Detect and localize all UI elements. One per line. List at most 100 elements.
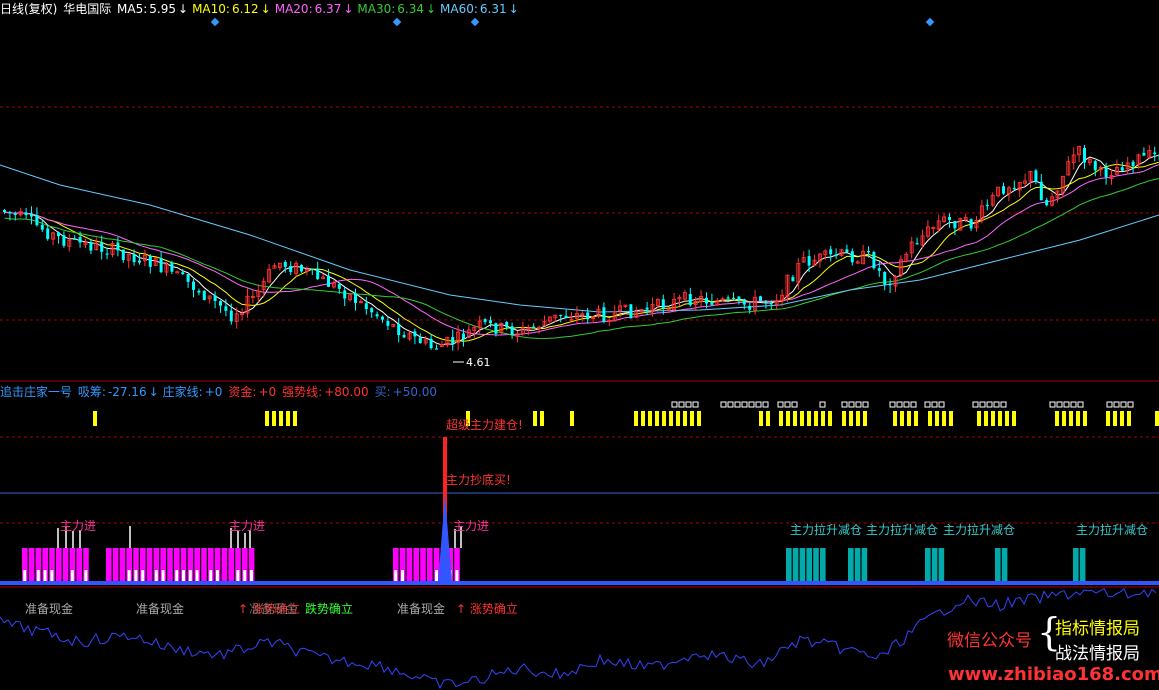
candle-body-down: [1120, 167, 1124, 171]
white-box-signal: [819, 401, 826, 408]
candle-body-down: [46, 228, 50, 239]
candle-body-down: [1002, 186, 1005, 194]
magenta-bar: [228, 548, 234, 582]
candle-body-down: [602, 307, 606, 322]
candle-body-down: [316, 268, 320, 280]
magenta-bar-inner: [250, 570, 253, 582]
candle-body-down: [197, 290, 201, 293]
yellow-signal-bar: [949, 411, 953, 426]
ma-indicator-arrow: ↓: [425, 2, 437, 16]
candle-body-down: [219, 301, 222, 306]
low-price-marker: 4.61: [453, 356, 491, 369]
blue-spike: [438, 495, 452, 583]
candle-body-down: [148, 255, 152, 267]
teal-bar: [854, 548, 861, 582]
candle-body-down: [559, 314, 563, 317]
magenta-bar-inner: [161, 570, 165, 582]
yellow-signal-bar: [1005, 411, 1009, 426]
yellow-signal-bar: [690, 411, 694, 426]
magenta-bar-inner: [134, 570, 138, 582]
candle-body-down: [370, 308, 374, 313]
white-box-signal: [727, 401, 734, 408]
candle-body-down: [845, 249, 849, 253]
yellow-signal-bar: [634, 411, 638, 426]
moving-average-lines: [0, 154, 1159, 346]
candle-body-down: [78, 236, 82, 243]
diamond-marker: [925, 17, 935, 27]
yellow-signal-bar: [540, 411, 544, 426]
ma-indicator-label: MA20:: [274, 2, 313, 16]
candle-body-down: [13, 213, 17, 216]
yellow-signal-bar: [991, 411, 995, 426]
yellow-signal-bar: [293, 411, 297, 426]
magenta-bar-inner: [243, 570, 247, 582]
teal-bar: [792, 548, 799, 582]
candle-body-down: [791, 277, 795, 282]
candle-body-down: [1039, 181, 1043, 201]
indicator-header: 追击庄家一号 吸筹: -27.16 ↓ 庄家线: +0 资金: +0 强势线: +80.00 买:…: [0, 385, 445, 399]
white-box-signal: [1077, 401, 1084, 408]
candle-body-down: [418, 337, 422, 344]
magenta-bar: [106, 548, 112, 582]
candle-body-down: [1083, 148, 1086, 163]
indicator-value-value: +50.00: [392, 385, 438, 399]
yellow-signal-bar: [1069, 411, 1073, 426]
low-price-label: 4.61: [466, 356, 491, 369]
candle-body-down: [202, 290, 206, 300]
candle-body-down: [57, 232, 60, 237]
candle-body-down: [170, 262, 174, 272]
candle-body-down: [30, 213, 33, 217]
stock-chart-canvas[interactable]: 4.61: [0, 0, 1159, 690]
candle-body-down: [343, 290, 347, 299]
yellow-signal-bar: [807, 411, 811, 426]
white-box-signal: [692, 401, 699, 408]
website-url: www.zhibiao168.com: [948, 664, 1159, 685]
magenta-bar-inner: [182, 570, 185, 582]
yellow-signal-bar: [662, 411, 666, 426]
ma-indicator-4: MA60: 6.31 ↓: [440, 2, 521, 16]
white-box-signal: [1120, 401, 1127, 408]
ma-indicator-value: 6.12: [231, 2, 259, 16]
ma-indicator-value: 5.95: [149, 2, 177, 16]
candle-body-down: [1012, 187, 1016, 190]
candle-body-down: [489, 320, 492, 324]
brand-name-2: 战法情报局: [1055, 644, 1140, 664]
yellow-signal-bar: [1155, 411, 1159, 426]
yellow-signal-bar: [842, 411, 846, 426]
yellow-signal-bar: [279, 411, 283, 426]
candle-body-down: [953, 221, 957, 229]
candle-body-down: [769, 303, 773, 305]
candle-body-down: [877, 268, 881, 271]
candle-body-down: [629, 304, 633, 319]
teal-bar: [806, 548, 812, 582]
white-box-signal: [855, 401, 862, 408]
candle-body-down: [462, 333, 465, 340]
yellow-signal-bar: [655, 411, 659, 426]
indicator-value-value: +80.00: [324, 385, 369, 399]
candle-body-down: [948, 216, 951, 221]
candle-body-down: [429, 338, 433, 349]
candle-body-down: [100, 242, 104, 252]
yellow-signal-bar: [814, 411, 818, 426]
pull-reduce-label-1: 主力拉升减仓: [790, 523, 863, 537]
yellow-signal-bar: [641, 411, 645, 426]
teal-bar: [848, 548, 854, 582]
yellow-signal-bar: [1076, 411, 1080, 426]
indicator-value-value: +0: [258, 385, 277, 399]
candle-body-down: [705, 297, 708, 304]
diamond-marker: [470, 17, 480, 27]
yellow-signal-bar: [779, 411, 783, 426]
stock-name: 华电国际: [63, 2, 112, 16]
indicator-value-value: +0: [204, 385, 223, 399]
yellow-signal-bar: [570, 411, 574, 426]
candle-body-down: [40, 224, 44, 230]
ma-indicator-arrow: ↓: [178, 2, 189, 16]
magenta-bar: [167, 548, 173, 582]
yellow-signal-bar: [914, 411, 918, 426]
candle-body-down: [564, 315, 568, 318]
white-box-signal: [734, 401, 741, 408]
ma-indicator-arrow: ↓: [343, 2, 354, 16]
white-box-signal: [931, 401, 938, 408]
white-box-signal: [979, 401, 986, 408]
magenta-bar-inner: [84, 570, 88, 582]
